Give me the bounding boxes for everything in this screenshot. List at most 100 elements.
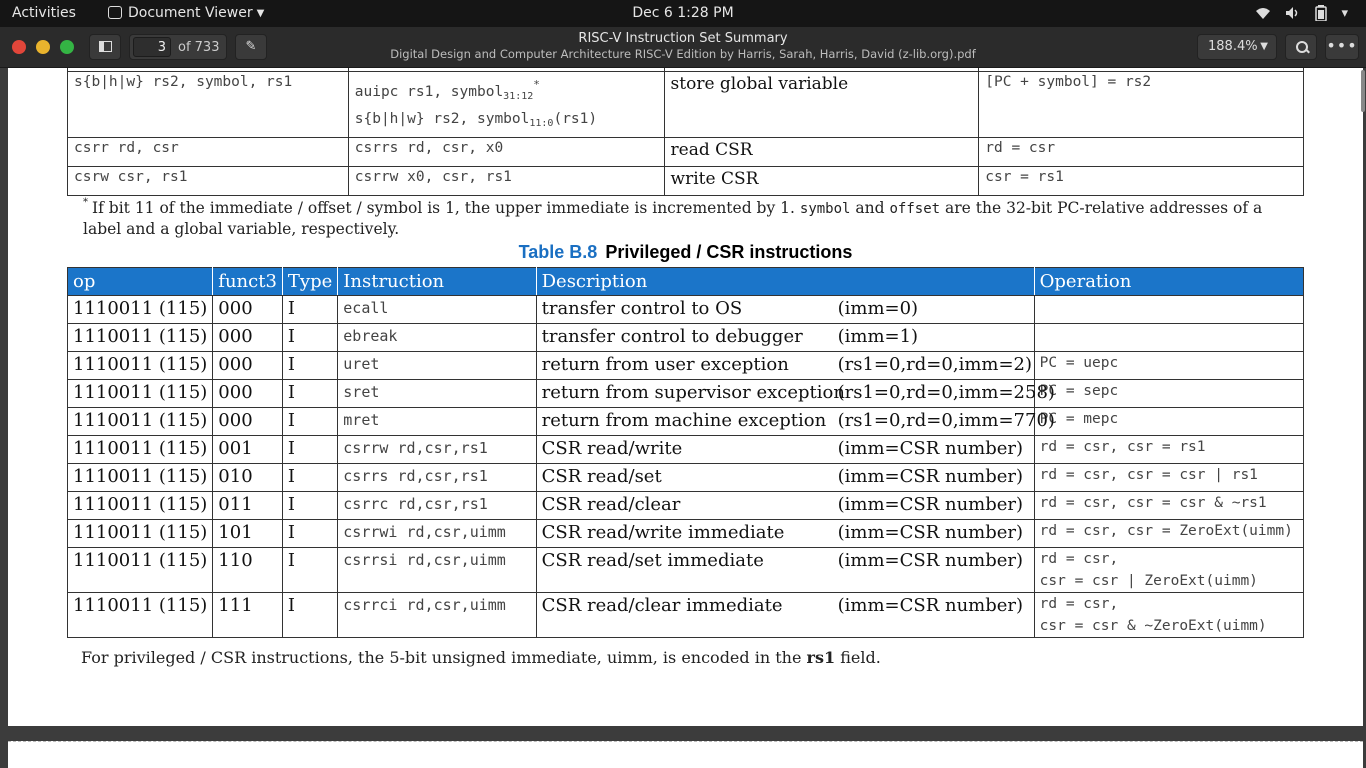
battery-icon	[1315, 5, 1328, 21]
table-row: csrw csr, rs1 csrrw x0, csr, rs1 write C…	[67, 166, 1304, 196]
operation-cell: PC = sepc	[1033, 379, 1305, 408]
operation-cell: rd = csr, csr = rs1	[1033, 435, 1305, 464]
funct3-cell: 111	[212, 592, 283, 638]
table-row: 1110011 (115) 001 Icsrrw rd,csr,rs1 CSR rea…	[66, 435, 1305, 464]
instruction-cell: ebreak	[337, 323, 537, 352]
zoom-select[interactable]: 188.4% ▼	[1197, 34, 1277, 60]
operation-text: PC = uepc	[1039, 355, 1119, 371]
type-cell: I	[281, 351, 339, 380]
operation-cell: PC = uepc	[1033, 351, 1305, 380]
description-text: CSR read/clear immediate	[541, 595, 783, 616]
column-header: Instruction	[337, 267, 537, 296]
column-header: Description	[535, 267, 1035, 296]
operation-text: PC = mepc	[1039, 411, 1119, 427]
operation-cell: rd = csr, csr = ZeroExt(uimm)	[1033, 519, 1305, 548]
document-filename: Digital Design and Computer Architecture…	[390, 47, 976, 61]
description-cell: CSR read/write (imm=CSR number)	[535, 435, 1035, 464]
document-view[interactable]: s{b|h|w} rs2, symbol, rs1 auipc rs1, sym…	[0, 68, 1366, 768]
immediate-value: (imm=0)	[837, 298, 919, 319]
table-row: 1110011 (115) 011 Icsrrc rd,csr,rs1 CSR rea…	[66, 491, 1305, 520]
type-cell: I	[281, 323, 339, 352]
system-tray[interactable]: ▾	[1255, 5, 1348, 21]
type-cell: I	[281, 491, 339, 520]
operation-text: rd = csr, csr = csr | rs1	[1039, 467, 1258, 483]
pdf-page: s{b|h|w} rs2, symbol, rs1 auipc rs1, sym…	[8, 68, 1363, 726]
instruction-cell: mret	[337, 407, 537, 436]
operation: csr = rs1	[978, 166, 1304, 196]
vertical-scrollbar[interactable]	[1361, 70, 1365, 112]
operation-cell: rd = csr, csr = csr | rs1	[1033, 463, 1305, 492]
table-header-row: op funct3 Type Instruction Description O…	[66, 267, 1305, 296]
activities-button[interactable]: Activities	[12, 5, 76, 21]
immediate-value: (imm=CSR number)	[837, 550, 1024, 571]
operation-text-line2: csr = csr | ZeroExt(uimm)	[1039, 573, 1258, 589]
instruction-cell: uret	[337, 351, 537, 380]
table-row: s{b|h|w} rs2, symbol, rs1 auipc rs1, sym…	[67, 71, 1304, 138]
chevron-down-icon: ▾	[1341, 5, 1348, 21]
system-top-bar: Activities Document Viewer ▼ Dec 6 1:28 P…	[0, 0, 1366, 27]
column-header: Operation	[1033, 267, 1305, 296]
description-cell: return from machine exception (rs1=0,rd=0…	[535, 407, 1055, 436]
op-cell: 1110011 (115)	[66, 435, 214, 464]
volume-icon	[1286, 7, 1298, 19]
footnote: * If bit 11 of the immediate / offset / s…	[83, 197, 1263, 238]
description-text: CSR read/set	[541, 466, 662, 487]
immediate-value: (imm=CSR number)	[837, 595, 1024, 616]
description-text: CSR read/clear	[541, 494, 681, 515]
immediate-value: (imm=CSR number)	[837, 438, 1024, 459]
immediate-value: (rs1=0,rd=0,imm=258)	[837, 382, 1055, 403]
table-row: 1110011 (115) 000 Iuret return from user ex…	[66, 351, 1305, 380]
op-cell: 1110011 (115)	[66, 351, 214, 380]
type-cell: I	[281, 463, 339, 492]
operation-text: rd = csr, csr = csr & ~rs1	[1039, 495, 1267, 511]
instruction-table-continued: s{b|h|w} rs2, symbol, rs1 auipc rs1, sym…	[67, 68, 1304, 196]
operation-cell: PC = mepc	[1033, 407, 1305, 436]
description-cell: transfer control to OS (imm=0)	[535, 295, 1035, 324]
instruction-cell: csrrw rd,csr,rs1	[337, 435, 537, 464]
table-row: 1110011 (115) 000 Iecall transfer control t…	[66, 295, 1305, 324]
description: store global variable	[663, 71, 980, 138]
description-text: return from machine exception	[541, 410, 827, 431]
column-header: funct3	[212, 267, 283, 296]
description-cell: CSR read/set (imm=CSR number)	[535, 463, 1035, 492]
table-row: 1110011 (115) 000 Iebreak transfer control …	[66, 323, 1305, 352]
operation-cell: rd = csr, csr = csr | ZeroExt(uimm)	[1033, 547, 1305, 593]
table-row: 1110011 (115) 101 Icsrrwi rd,csr,uimm CSR r…	[66, 519, 1305, 548]
description-cell: transfer control to debugger (imm=1)	[535, 323, 1035, 352]
instruction-cell: csrrci rd,csr,uimm	[337, 592, 537, 638]
description-text: transfer control to OS	[541, 298, 743, 319]
menu-button[interactable]: •••	[1325, 34, 1359, 60]
actual-instruction: csrrs rd, csr, x0	[347, 137, 665, 167]
type-cell: I	[281, 592, 339, 638]
table-row: 1110011 (115) 000 Isret return from supervi…	[66, 379, 1305, 408]
op-cell: 1110011 (115)	[66, 463, 214, 492]
type-cell: I	[281, 295, 339, 324]
app-menu[interactable]: Document Viewer ▼	[108, 5, 264, 21]
op-cell: 1110011 (115)	[66, 295, 214, 324]
document-title: RISC-V Instruction Set Summary	[578, 31, 788, 46]
clock[interactable]: Dec 6 1:28 PM	[632, 5, 733, 21]
operation: [PC + symbol] = rs2	[978, 71, 1304, 138]
operation-text-line2: csr = csr & ~ZeroExt(uimm)	[1039, 618, 1267, 634]
immediate-value: (imm=1)	[837, 326, 919, 347]
description-text: CSR read/set immediate	[541, 550, 764, 571]
immediate-value: (rs1=0,rd=0,imm=2)	[837, 354, 1033, 375]
operation-cell: rd = csr, csr = csr & ~rs1	[1033, 491, 1305, 520]
instruction-cell: csrrsi rd,csr,uimm	[337, 547, 537, 593]
immediate-value: (imm=CSR number)	[837, 494, 1024, 515]
description-cell: CSR read/set immediate (imm=CSR number)	[535, 547, 1035, 593]
footnote-marker: *	[533, 78, 540, 91]
op-cell: 1110011 (115)	[66, 491, 214, 520]
more-options-icon: •••	[1326, 36, 1358, 55]
description-text: return from user exception	[541, 354, 789, 375]
column-header: op	[66, 267, 214, 296]
op-cell: 1110011 (115)	[66, 592, 214, 638]
table-number: Table B.8	[518, 242, 598, 262]
instruction-cell: sret	[337, 379, 537, 408]
operation-cell: rd = csr, csr = csr & ~ZeroExt(uimm)	[1033, 592, 1305, 638]
operation-text: PC = sepc	[1039, 383, 1119, 399]
table-row: csrr rd, csr csrrs rd, csr, x0 read CSR …	[67, 137, 1304, 167]
table-caption: Table B.8 Privileged / CSR instructions	[8, 242, 1363, 263]
search-button[interactable]	[1285, 34, 1317, 60]
description-text: CSR read/write	[541, 438, 683, 459]
